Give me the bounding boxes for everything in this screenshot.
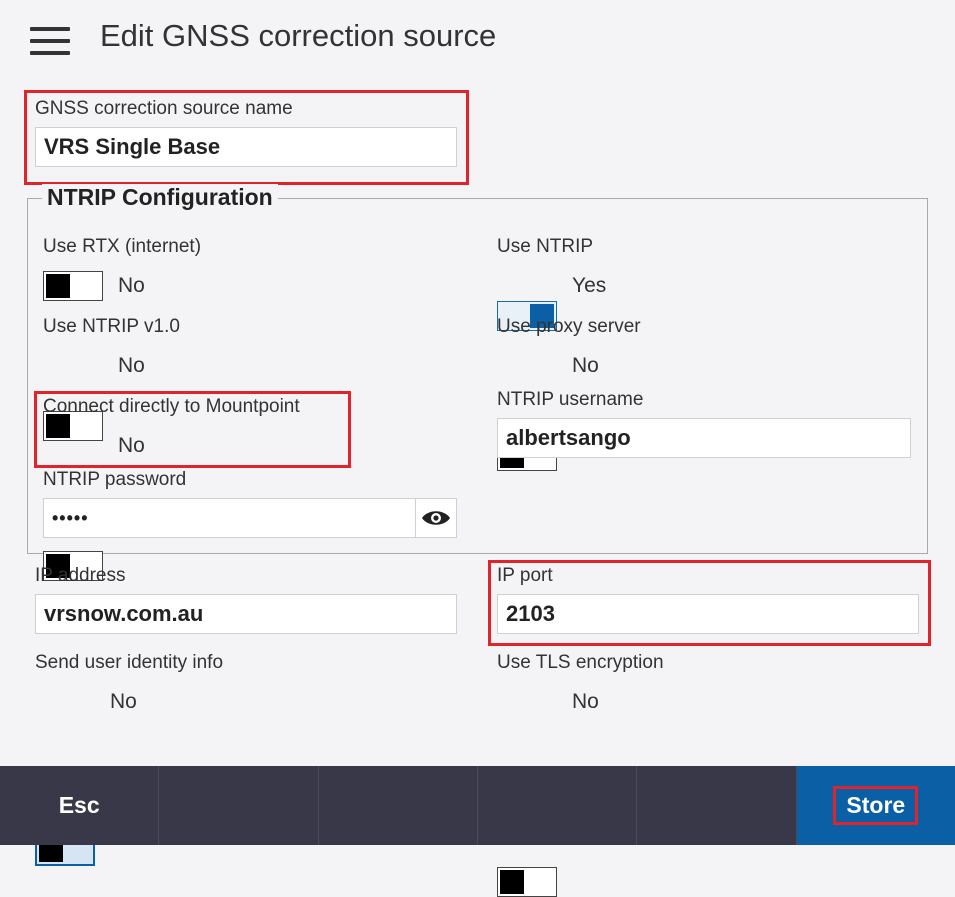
use-ntrip-label: Use NTRIP — [497, 236, 594, 257]
esc-button[interactable]: Esc — [0, 766, 160, 845]
source-name-input[interactable]: VRS Single Base — [35, 127, 457, 167]
use-proxy-value: No — [572, 354, 599, 377]
ip-address-label: IP address — [35, 565, 126, 586]
use-rtx-label: Use RTX (internet) — [43, 236, 202, 257]
send-identity-label: Send user identity info — [35, 652, 224, 673]
use-tls-label: Use TLS encryption — [497, 652, 664, 673]
ntrip-username-label: NTRIP username — [497, 389, 644, 410]
use-tls-toggle[interactable] — [497, 867, 557, 897]
ntrip-password-field[interactable]: ••••• — [43, 498, 457, 538]
footer-empty-button-3[interactable] — [478, 766, 638, 845]
footer-empty-button-4[interactable] — [637, 766, 797, 845]
send-identity-value: No — [110, 690, 137, 713]
eye-icon[interactable] — [415, 499, 456, 537]
ntrip-password-value: ••••• — [52, 507, 89, 528]
hamburger-menu-icon[interactable] — [30, 27, 70, 55]
ip-port-input[interactable]: 2103 — [497, 594, 919, 634]
page-title: Edit GNSS correction source — [100, 18, 497, 53]
footer-empty-button-1[interactable] — [159, 766, 319, 845]
store-button[interactable]: Store — [796, 766, 955, 845]
ntrip-password-label: NTRIP password — [43, 469, 187, 490]
ip-address-input[interactable]: vrsnow.com.au — [35, 594, 457, 634]
connect-mountpoint-label: Connect directly to Mountpoint — [43, 396, 300, 417]
use-ntrip-v1-value: No — [118, 354, 145, 377]
toggle-knob — [500, 870, 524, 894]
footer-empty-button-2[interactable] — [319, 766, 478, 845]
toggle-knob — [46, 274, 70, 298]
connect-mountpoint-value: No — [118, 434, 145, 457]
use-rtx-toggle[interactable] — [43, 271, 103, 301]
use-rtx-value: No — [118, 274, 145, 297]
use-proxy-label: Use proxy server — [497, 316, 641, 337]
store-button-label: Store — [833, 786, 919, 825]
footer-bar: Esc Store — [0, 766, 955, 845]
ip-port-label: IP port — [497, 565, 553, 586]
ntrip-configuration-legend: NTRIP Configuration — [42, 184, 278, 211]
use-ntrip-v1-label: Use NTRIP v1.0 — [43, 316, 180, 337]
ntrip-username-input[interactable]: albertsango — [497, 418, 911, 458]
source-name-label: GNSS correction source name — [35, 98, 293, 119]
use-ntrip-value: Yes — [572, 274, 607, 297]
use-tls-value: No — [572, 690, 599, 713]
